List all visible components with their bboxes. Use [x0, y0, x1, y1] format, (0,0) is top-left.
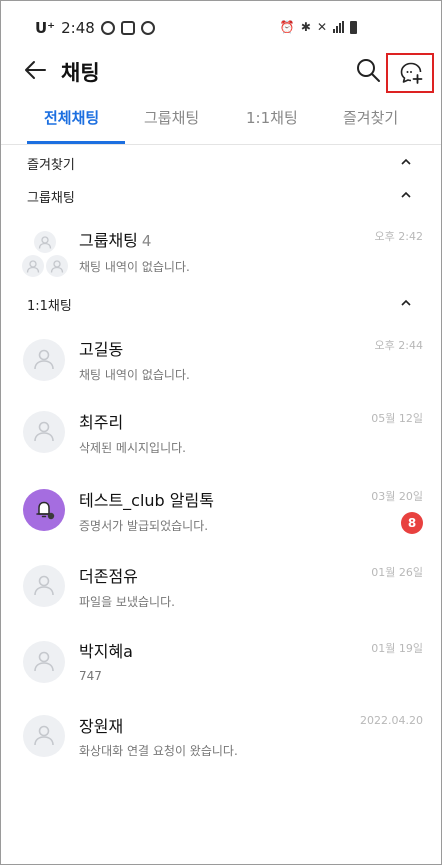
- section-group-chats[interactable]: 그룹채팅: [1, 181, 441, 211]
- alarm-icon: ⏰: [279, 20, 295, 34]
- last-message: 화상대화 연결 요청이 왔습니다.: [79, 744, 238, 758]
- tab-group-chats[interactable]: 그룹채팅: [144, 107, 199, 128]
- avatar: [23, 411, 65, 453]
- person-icon: [34, 421, 54, 442]
- avatar: [23, 489, 65, 531]
- person-icon: [34, 575, 54, 596]
- back-arrow-icon[interactable]: [23, 57, 49, 83]
- new-chat-icon: [400, 62, 423, 84]
- last-message: 채팅 내역이 없습니다.: [79, 260, 190, 274]
- chat-name-text: 그룹채팅: [79, 231, 138, 250]
- person-icon: [34, 349, 54, 370]
- chat-time: 01월 26일: [371, 566, 423, 579]
- avatar: [23, 715, 65, 757]
- status-time: 2:48: [61, 19, 95, 37]
- avatar: [23, 565, 65, 607]
- app-frame: U⁺ 2:48 ⏰ ✱ ✕ 채팅 전체채팅 그룹채팅 1:1채팅 즐겨찾기 즐겨…: [0, 0, 442, 865]
- search-icon[interactable]: [355, 57, 381, 83]
- person-icon: [26, 260, 40, 273]
- section-label: 그룹채팅: [27, 191, 75, 206]
- avatar: [23, 339, 65, 381]
- section-direct-chats[interactable]: 1:1채팅: [1, 289, 441, 319]
- chat-row[interactable]: 장원재 화상대화 연결 요청이 왔습니다. 2022.04.20: [1, 704, 441, 774]
- chevron-up-icon[interactable]: [399, 296, 413, 310]
- chat-row-group[interactable]: 그룹채팅 4 채팅 내역이 없습니다. 오후 2:42: [1, 215, 441, 285]
- gallery-notification-icon: [120, 21, 135, 35]
- last-message: 파일을 보냈습니다.: [79, 595, 175, 609]
- member-count: 4: [141, 232, 152, 250]
- mute-icon: ✕: [316, 20, 327, 34]
- chat-name: 장원재: [79, 717, 124, 736]
- message-notification-icon: [140, 21, 155, 35]
- avatar: [22, 255, 44, 277]
- chat-row[interactable]: 더존점유 파일을 보냈습니다. 01월 26일: [1, 552, 441, 622]
- chevron-up-icon[interactable]: [399, 155, 413, 169]
- section-label: 1:1채팅: [27, 299, 72, 314]
- chevron-up-icon[interactable]: [399, 188, 413, 202]
- person-icon: [50, 260, 64, 273]
- chat-name: 고길동: [79, 340, 124, 359]
- unread-badge: 8: [401, 512, 423, 534]
- new-chat-button[interactable]: [386, 53, 434, 93]
- chat-row[interactable]: 최주리 삭제된 메시지입니다. 05월 12일: [1, 399, 441, 469]
- chat-time: 03월 20일: [371, 490, 423, 503]
- chat-tabs: 전체채팅 그룹채팅 1:1채팅 즐겨찾기: [1, 97, 441, 145]
- last-message: 증명서가 발급되었습니다.: [79, 519, 209, 533]
- group-avatar: [21, 229, 71, 279]
- battery-icon: [350, 20, 357, 34]
- avatar: [46, 255, 68, 277]
- chat-time: 01월 19일: [371, 642, 423, 655]
- section-label: 즐겨찾기: [27, 158, 75, 173]
- bell-icon: [36, 501, 55, 520]
- chat-time: 오후 2:42: [374, 230, 423, 243]
- avatar: [34, 231, 56, 253]
- carrier-label: U⁺: [35, 19, 56, 37]
- status-bar: U⁺ 2:48 ⏰ ✱ ✕: [1, 1, 441, 53]
- avatar: [23, 641, 65, 683]
- chat-name: 테스트_club 알림톡: [79, 491, 214, 510]
- page-title: 채팅: [61, 61, 100, 85]
- chat-name: 박지혜a: [79, 642, 133, 661]
- bluetooth-icon: ✱: [300, 20, 311, 34]
- chat-name: 최주리: [79, 413, 124, 432]
- last-message: 삭제된 메시지입니다.: [79, 441, 186, 455]
- chat-row[interactable]: 고길동 채팅 내역이 없습니다. 오후 2:44: [1, 323, 441, 393]
- chat-name: 그룹채팅 4: [79, 227, 151, 251]
- chat-row[interactable]: 테스트_club 알림톡 증명서가 발급되었습니다. 03월 20일 8: [1, 475, 441, 545]
- tab-direct-chats[interactable]: 1:1채팅: [246, 107, 298, 128]
- notification-app-icon: [100, 21, 115, 35]
- person-icon: [38, 236, 52, 249]
- app-header: 채팅: [1, 53, 441, 93]
- tab-all-chats[interactable]: 전체채팅: [44, 107, 99, 128]
- tab-favorites[interactable]: 즐겨찾기: [343, 107, 398, 128]
- signal-icon: [333, 21, 344, 33]
- chat-time: 05월 12일: [371, 412, 423, 425]
- last-message: 채팅 내역이 없습니다.: [79, 368, 190, 382]
- last-message: 747: [79, 669, 102, 683]
- person-icon: [34, 725, 54, 746]
- person-icon: [34, 651, 54, 672]
- chat-time: 2022.04.20: [360, 714, 423, 727]
- chat-row[interactable]: 박지혜a 747 01월 19일: [1, 628, 441, 698]
- chat-name: 더존점유: [79, 567, 138, 586]
- active-tab-indicator: [27, 141, 125, 144]
- chat-time: 오후 2:44: [374, 339, 423, 352]
- section-favorites[interactable]: 즐겨찾기: [1, 148, 441, 178]
